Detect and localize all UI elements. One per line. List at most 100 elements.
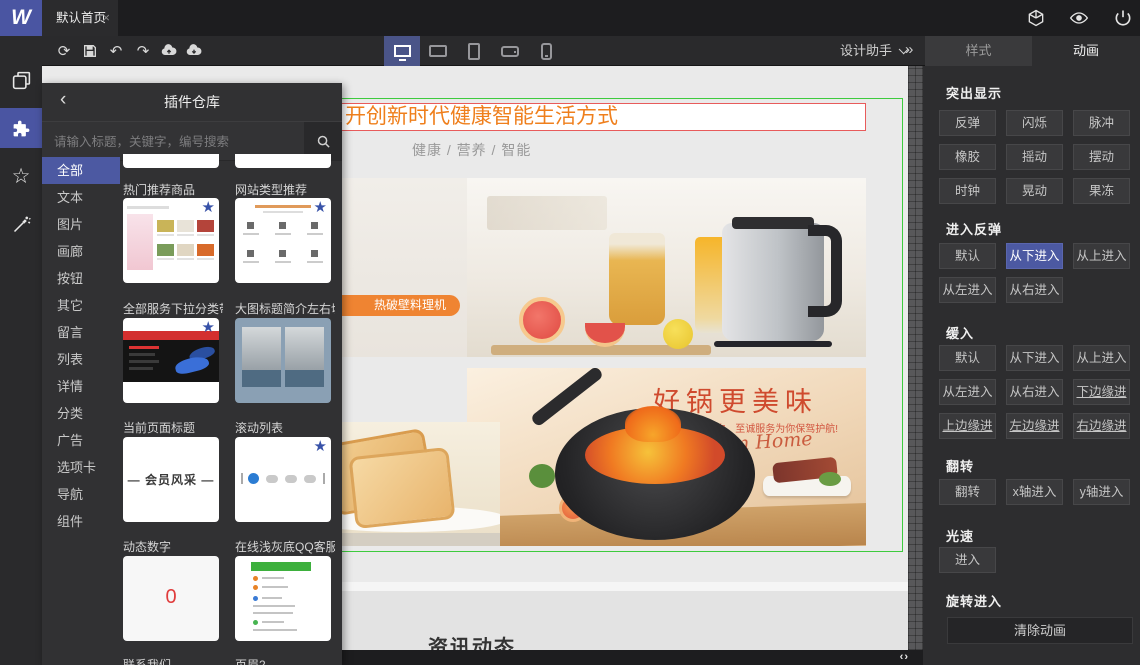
anim-button-pulse[interactable]: 脉冲: [1073, 110, 1130, 136]
category-text[interactable]: 文本: [42, 184, 120, 211]
kettle-banner-image[interactable]: [467, 178, 866, 357]
plugin-card-site-types[interactable]: ★: [235, 198, 331, 283]
category-component[interactable]: 组件: [42, 508, 120, 535]
undo-icon[interactable]: ↶: [107, 42, 125, 60]
sidebar-item-plugins[interactable]: [0, 108, 42, 148]
sidebar-item-design-tools[interactable]: [0, 204, 42, 244]
clear-animation-button[interactable]: 清除动画: [947, 617, 1133, 644]
plugin-card-scroll-list[interactable]: ★: [235, 437, 331, 522]
save-icon[interactable]: [82, 43, 98, 59]
plugin-card-service-dropdown[interactable]: ★: [123, 318, 219, 403]
anim-button-flip[interactable]: 翻转: [939, 479, 996, 505]
anim-button-shake[interactable]: 摇动: [1006, 144, 1063, 170]
thumb-shape: [304, 475, 316, 483]
plugin-card-dynamic-number[interactable]: 0: [123, 556, 219, 641]
anim-button-bottom-edge[interactable]: 下边缘进: [1073, 379, 1130, 405]
plugin-card-hot-products[interactable]: ★: [123, 198, 219, 283]
anim-button-left-edge[interactable]: 左边缘进: [1006, 413, 1063, 439]
tab-animation[interactable]: 动画: [1032, 36, 1140, 66]
anim-button-from-left[interactable]: 从左进入: [939, 379, 996, 405]
canvas-subtitle-text[interactable]: 健康 / 营养 / 智能: [412, 140, 531, 160]
anim-button-rubber[interactable]: 橡胶: [939, 144, 996, 170]
anim-button-default[interactable]: 默认: [939, 345, 996, 371]
cloud-upload-icon[interactable]: [161, 43, 177, 59]
page-tab-home[interactable]: 默认首页 ×: [42, 0, 118, 36]
tab-style[interactable]: 样式: [925, 36, 1032, 66]
preview-eye-icon[interactable]: [1068, 8, 1090, 28]
anim-button-from-top[interactable]: 从上进入: [1073, 345, 1130, 371]
anim-button-swing[interactable]: 摆动: [1073, 144, 1130, 170]
anim-button-lightspeed-in[interactable]: 进入: [939, 547, 996, 573]
redo-icon[interactable]: ↷: [134, 42, 152, 60]
kettle-handle: [808, 225, 842, 317]
plugin-card-partial[interactable]: [123, 154, 219, 168]
cloud-download-icon[interactable]: [186, 43, 202, 59]
thumb-shape: [197, 258, 214, 260]
plugin-card-partial[interactable]: [235, 154, 331, 168]
category-detail[interactable]: 详情: [42, 373, 120, 400]
sidebar-item-favorites[interactable]: ☆: [0, 156, 42, 196]
category-gallery[interactable]: 画廊: [42, 238, 120, 265]
favorite-star-icon[interactable]: ★: [202, 320, 215, 335]
refresh-icon[interactable]: ⟳: [55, 42, 73, 60]
category-other[interactable]: 其它: [42, 292, 120, 319]
collapse-panel-button[interactable]: »: [905, 36, 913, 66]
anim-button-clock[interactable]: 时钟: [939, 178, 996, 204]
design-assistant-dropdown[interactable]: 设计助手: [840, 36, 909, 66]
device-phone-portrait-button[interactable]: [528, 36, 564, 66]
anim-button-from-top[interactable]: 从上进入: [1073, 243, 1130, 269]
category-list[interactable]: 列表: [42, 346, 120, 373]
anim-button-from-left[interactable]: 从左进入: [939, 277, 996, 303]
thumb-shape: [197, 244, 214, 256]
category-tabs[interactable]: 选项卡: [42, 454, 120, 481]
anim-button-from-bottom[interactable]: 从下进入: [1006, 345, 1063, 371]
anim-button-jelly[interactable]: 果冻: [1073, 178, 1130, 204]
anim-button-flip-y[interactable]: y轴进入: [1073, 479, 1130, 505]
anim-button-flip-x[interactable]: x轴进入: [1006, 479, 1063, 505]
components-cube-icon[interactable]: [1025, 8, 1047, 28]
device-desktop-button[interactable]: [384, 36, 420, 66]
wok-banner-image[interactable]: 好锅更美味 无忧购物，至诚服务为你保驾护航! Warm Home: [467, 368, 866, 546]
plugin-card-big-image-slider[interactable]: [235, 318, 331, 403]
tab-close-icon[interactable]: ×: [102, 0, 110, 36]
plugin-card-label: 当前页面标题: [123, 421, 196, 435]
anim-button-right-edge[interactable]: 右边缘进: [1073, 413, 1130, 439]
anim-button-default[interactable]: 默认: [939, 243, 996, 269]
lemon: [663, 319, 693, 349]
canvas-headline-text[interactable]: 开创新时代健康智能生活方式: [338, 103, 866, 131]
category-nav[interactable]: 导航: [42, 481, 120, 508]
anim-button-from-bottom-active[interactable]: 从下进入: [1006, 243, 1063, 269]
canvas-scrollbar[interactable]: [908, 66, 923, 650]
plugin-card-qq-service[interactable]: [235, 556, 331, 641]
device-tablet-landscape-button[interactable]: [420, 36, 456, 66]
anim-button-from-right[interactable]: 从右进入: [1006, 277, 1063, 303]
category-all[interactable]: 全部: [42, 157, 120, 184]
thumb-shape: [262, 577, 284, 579]
puzzle-icon: [13, 120, 29, 136]
device-phone-landscape-button[interactable]: [492, 36, 528, 66]
anim-button-bounce[interactable]: 反弹: [939, 110, 996, 136]
device-tablet-portrait-button[interactable]: [456, 36, 492, 66]
thumb-shape: [285, 327, 324, 387]
thumb-shape: [157, 220, 174, 232]
anim-button-wobble[interactable]: 晃动: [1006, 178, 1063, 204]
favorite-star-icon[interactable]: ★: [202, 200, 215, 215]
anim-button-flash[interactable]: 闪烁: [1006, 110, 1063, 136]
category-image[interactable]: 图片: [42, 211, 120, 238]
category-classify[interactable]: 分类: [42, 400, 120, 427]
favorite-star-icon[interactable]: ★: [314, 200, 327, 215]
lettuce: [819, 472, 841, 486]
anim-button-top-edge[interactable]: 上边缘进: [939, 413, 996, 439]
anim-button-from-right[interactable]: 从右进入: [1006, 379, 1063, 405]
plugin-card-page-title[interactable]: — 会员风采 —: [123, 437, 219, 522]
category-ad[interactable]: 广告: [42, 427, 120, 454]
plugin-card-label: 全部服务下拉分类带...: [123, 302, 223, 316]
favorite-star-icon[interactable]: ★: [314, 439, 327, 454]
power-exit-icon[interactable]: [1112, 8, 1134, 28]
code-view-icon[interactable]: ‹›: [900, 650, 909, 665]
category-button[interactable]: 按钮: [42, 265, 120, 292]
category-message[interactable]: 留言: [42, 319, 120, 346]
plugin-card-label: 在线浅灰底QQ客服: [235, 540, 335, 554]
sidebar-item-pages[interactable]: [0, 60, 42, 100]
magic-wand-icon: [13, 216, 31, 232]
